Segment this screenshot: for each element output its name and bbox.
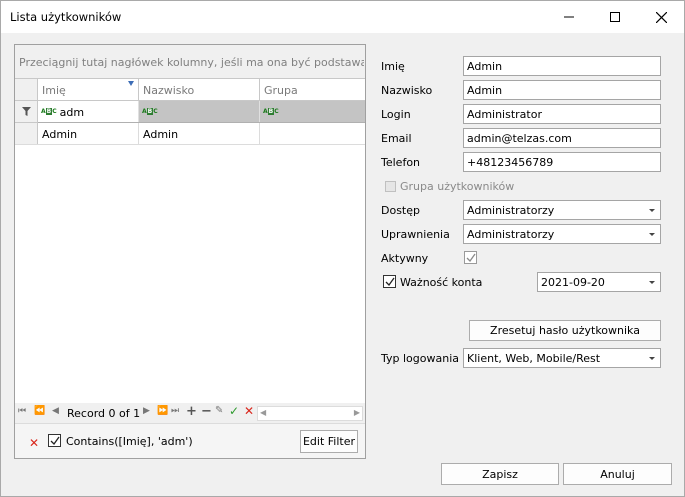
imie-field[interactable]: Admin bbox=[463, 56, 661, 76]
grupa-uzytkownikow-checkbox[interactable] bbox=[385, 181, 396, 192]
imie-label: Imię bbox=[381, 60, 405, 73]
auto-filter-row: ABC adm ABC ABC bbox=[15, 101, 365, 123]
chevron-down-icon[interactable] bbox=[649, 209, 655, 212]
title-bar: Lista użytkowników bbox=[1, 1, 684, 33]
dialog-window: Lista użytkowników Przeciągnij tutaj nag… bbox=[0, 0, 685, 497]
checkmark-icon bbox=[50, 436, 60, 446]
uprawnienia-label: Uprawnienia bbox=[381, 228, 450, 241]
telefon-label: Telefon bbox=[381, 156, 421, 169]
filter-row-indicator bbox=[15, 101, 38, 123]
column-header-nazwisko[interactable]: Nazwisko bbox=[139, 79, 260, 100]
last-record-icon[interactable]: ⏭ bbox=[171, 406, 179, 416]
group-panel-hint: Przeciągnij tutaj nagłówek kolumny, jeśl… bbox=[19, 56, 364, 69]
prev-record-icon[interactable]: ◀ bbox=[52, 406, 59, 416]
aktywny-label: Aktywny bbox=[381, 252, 429, 265]
data-navigator: ⏮ ⏪ ◀ Record 0 of 1 ▶ ⏩ ⏭ + − ✎ ✓ ✕ ◀ ▶ bbox=[15, 403, 365, 423]
aktywny-checkbox[interactable] bbox=[464, 251, 477, 264]
horizontal-scrollbar[interactable]: ◀ ▶ bbox=[257, 406, 363, 421]
waznosc-label: Ważność konta bbox=[400, 276, 483, 289]
text-filter-icon: ABC bbox=[263, 108, 279, 115]
reset-password-button[interactable]: Zresetuj hasło użytkownika bbox=[469, 320, 661, 341]
waznosc-date-value: 2021-09-20 bbox=[541, 276, 605, 289]
filter-expression[interactable]: Contains([Imię], 'adm') bbox=[66, 435, 193, 448]
prev-page-icon[interactable]: ⏪ bbox=[34, 406, 45, 416]
cell-grupa[interactable] bbox=[260, 123, 365, 144]
typ-logowania-label: Typ logowania bbox=[381, 352, 459, 365]
column-header-row: Imię Nazwisko Grupa bbox=[15, 79, 365, 101]
column-header-label: Grupa bbox=[264, 84, 298, 97]
email-field[interactable]: admin@telzas.com bbox=[463, 128, 661, 148]
header-indicator-cell bbox=[15, 79, 38, 101]
uprawnienia-select[interactable]: Administratorzy bbox=[463, 224, 661, 244]
typ-logowania-select[interactable]: Klient, Web, Mobile/Rest bbox=[463, 348, 661, 368]
waznosc-checkbox[interactable] bbox=[383, 275, 396, 288]
checkmark-icon bbox=[466, 253, 476, 263]
column-header-label: Imię bbox=[42, 84, 66, 97]
telefon-field[interactable]: +48123456789 bbox=[463, 152, 661, 172]
chevron-down-icon[interactable] bbox=[649, 357, 655, 360]
next-page-icon[interactable]: ⏩ bbox=[157, 406, 168, 416]
filter-panel: ✕ Contains([Imię], 'adm') Edit Filter bbox=[15, 423, 365, 458]
filter-cell-imie[interactable]: ABC adm bbox=[38, 101, 139, 122]
funnel-icon bbox=[21, 107, 31, 116]
filter-enabled-checkbox[interactable] bbox=[48, 434, 61, 447]
close-button[interactable] bbox=[638, 1, 684, 33]
minimize-icon bbox=[564, 16, 574, 18]
column-header-grupa[interactable]: Grupa bbox=[260, 79, 365, 100]
filter-cell-grupa[interactable]: ABC bbox=[260, 101, 365, 122]
text-filter-icon: ABC bbox=[142, 108, 158, 115]
scroll-left-icon[interactable]: ◀ bbox=[260, 408, 266, 417]
dostep-value: Administratorzy bbox=[467, 204, 555, 217]
scroll-right-icon[interactable]: ▶ bbox=[354, 408, 360, 417]
cell-imie[interactable]: Admin bbox=[38, 123, 139, 144]
edit-filter-button[interactable]: Edit Filter bbox=[300, 430, 358, 453]
filter-value: adm bbox=[59, 105, 85, 119]
column-header-imie[interactable]: Imię bbox=[38, 79, 139, 100]
close-icon bbox=[655, 11, 667, 23]
cancel-button[interactable]: Anuluj bbox=[563, 463, 672, 485]
login-label: Login bbox=[381, 108, 411, 121]
next-record-icon[interactable]: ▶ bbox=[143, 406, 150, 416]
nazwisko-label: Nazwisko bbox=[381, 84, 433, 97]
save-button[interactable]: Zapisz bbox=[441, 463, 559, 485]
maximize-button[interactable] bbox=[592, 1, 638, 33]
typ-logowania-value: Klient, Web, Mobile/Rest bbox=[467, 352, 601, 365]
clear-filter-icon[interactable]: ✕ bbox=[29, 436, 39, 450]
table-row[interactable]: Admin Admin bbox=[15, 123, 365, 145]
window-title: Lista użytkowników bbox=[10, 10, 122, 24]
minimize-button[interactable] bbox=[546, 1, 592, 33]
chevron-down-icon[interactable] bbox=[649, 233, 655, 236]
grupa-uzytkownikow-label: Grupa użytkowników bbox=[400, 180, 515, 193]
filter-indicator-icon[interactable] bbox=[128, 81, 134, 86]
email-label: Email bbox=[381, 132, 412, 145]
end-edit-icon[interactable]: ✓ bbox=[229, 404, 239, 418]
filter-cell-nazwisko[interactable]: ABC bbox=[139, 101, 260, 122]
remove-icon[interactable]: − bbox=[201, 404, 212, 419]
cancel-edit-icon[interactable]: ✕ bbox=[244, 404, 254, 418]
maximize-icon bbox=[610, 12, 620, 22]
chevron-down-icon[interactable] bbox=[649, 281, 655, 284]
edit-icon[interactable]: ✎ bbox=[215, 405, 223, 416]
record-counter: Record 0 of 1 bbox=[67, 407, 141, 420]
nazwisko-field[interactable]: Admin bbox=[463, 80, 661, 100]
cell-nazwisko[interactable]: Admin bbox=[139, 123, 260, 144]
append-icon[interactable]: + bbox=[186, 404, 197, 419]
column-header-label: Nazwisko bbox=[143, 84, 195, 97]
uprawnienia-value: Administratorzy bbox=[467, 228, 555, 241]
dostep-label: Dostęp bbox=[381, 204, 420, 217]
text-filter-icon: ABC bbox=[41, 108, 57, 115]
first-record-icon[interactable]: ⏮ bbox=[18, 406, 26, 416]
dostep-select[interactable]: Administratorzy bbox=[463, 200, 661, 220]
checkmark-icon bbox=[385, 277, 395, 287]
group-panel[interactable]: Przeciągnij tutaj nagłówek kolumny, jeśl… bbox=[15, 45, 365, 79]
waznosc-date-picker[interactable]: 2021-09-20 bbox=[537, 272, 661, 292]
login-field[interactable]: Administrator bbox=[463, 104, 661, 124]
users-grid: Przeciągnij tutaj nagłówek kolumny, jeśl… bbox=[14, 44, 366, 459]
